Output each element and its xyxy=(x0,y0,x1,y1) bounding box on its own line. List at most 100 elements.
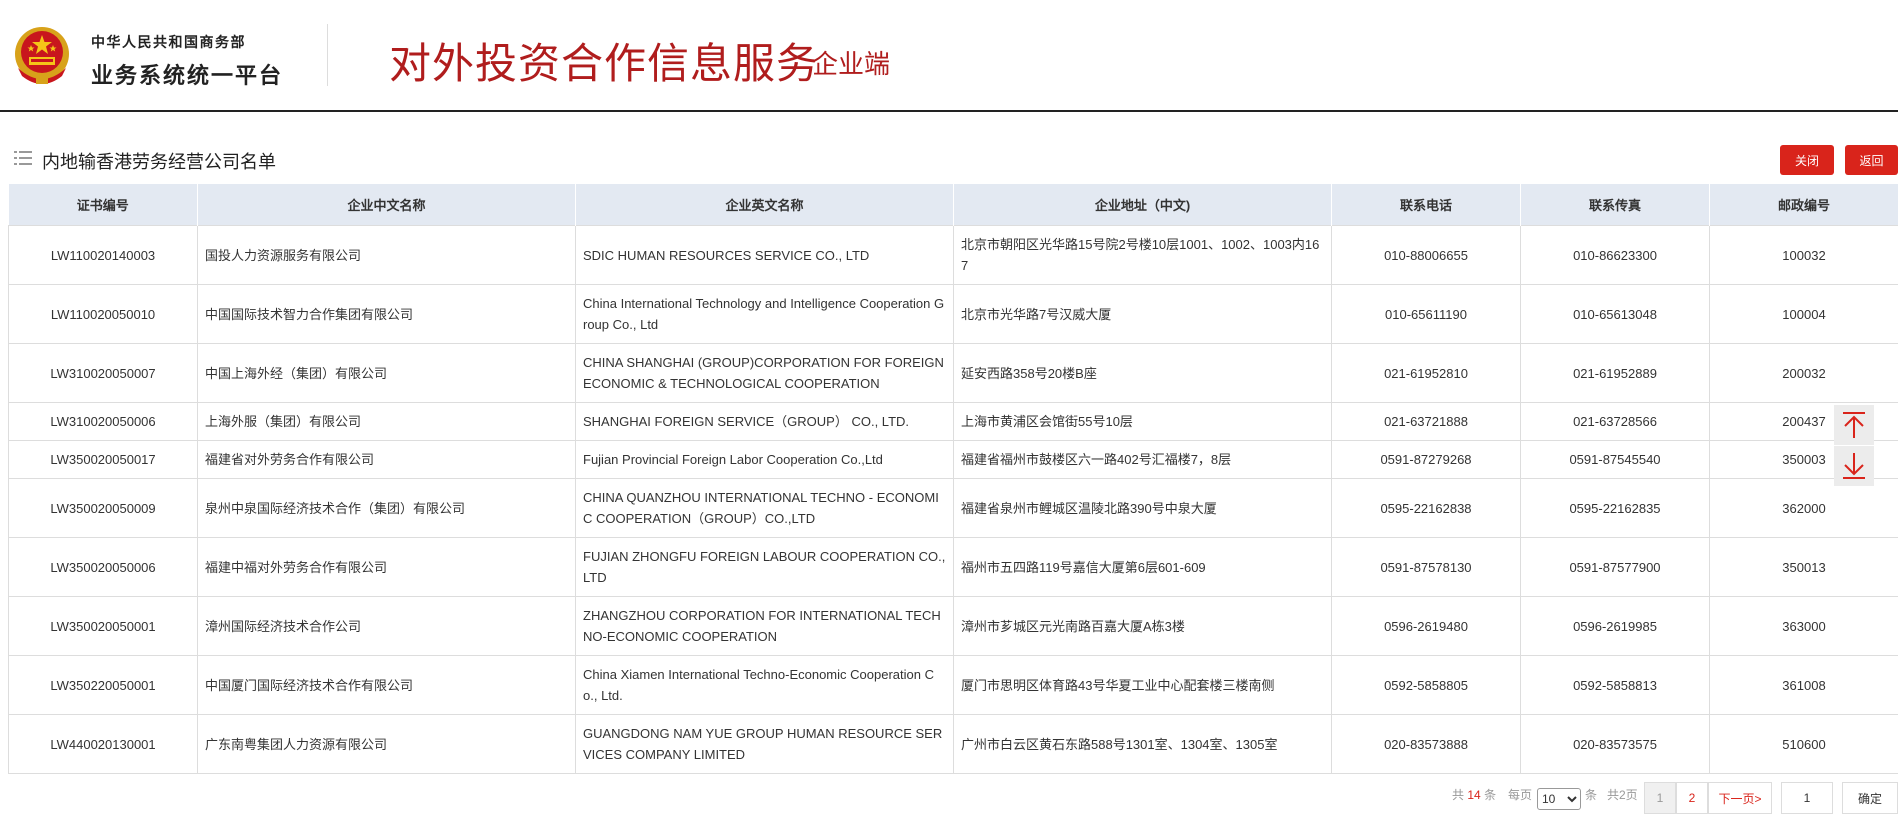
cell-cn-name: 广东南粤集团人力资源有限公司 xyxy=(197,714,576,774)
table-header-row: 证书编号 企业中文名称 企业英文名称 企业地址（中文) 联系电话 联系传真 邮政… xyxy=(8,184,1898,226)
col-header-cn-name: 企业中文名称 xyxy=(197,184,576,226)
per-page-unit: 条 xyxy=(1585,788,1598,802)
total-count: 共 14 条 xyxy=(1452,786,1496,803)
cell-cert-no: LW440020130001 xyxy=(8,714,198,774)
col-header-en-name: 企业英文名称 xyxy=(575,184,954,226)
cell-fax: 0591-87545540 xyxy=(1520,440,1710,479)
cell-cert-no: LW350020050017 xyxy=(8,440,198,479)
cell-cn-name: 中国国际技术智力合作集团有限公司 xyxy=(197,284,576,344)
cell-en-name: FUJIAN ZHONGFU FOREIGN LABOUR COOPERATIO… xyxy=(575,537,954,597)
cell-cert-no: LW350020050006 xyxy=(8,537,198,597)
cell-address: 福建省福州市鼓楼区六一路402号汇福楼7，8层 xyxy=(953,440,1332,479)
cell-phone: 010-65611190 xyxy=(1331,284,1521,344)
cell-cert-no: LW110020140003 xyxy=(8,225,198,285)
cell-en-name: China International Technology and Intel… xyxy=(575,284,954,344)
cell-en-name: GUANGDONG NAM YUE GROUP HUMAN RESOURCE S… xyxy=(575,714,954,774)
scroll-top-button[interactable] xyxy=(1834,405,1874,445)
page-header: 中华人民共和国商务部 业务系统统一平台 对外投资合作信息服务 企业端 xyxy=(0,0,1898,112)
goto-page-input[interactable] xyxy=(1781,782,1833,814)
list-icon xyxy=(14,151,32,165)
service-title: 对外投资合作信息服务 xyxy=(389,40,820,87)
cell-address: 厦门市思明区体育路43号华夏工业中心配套楼三楼南侧 xyxy=(953,655,1332,715)
cell-en-name: SDIC HUMAN RESOURCES SERVICE CO., LTD xyxy=(575,225,954,285)
cell-fax: 0596-2619985 xyxy=(1520,596,1710,656)
cell-cn-name: 中国上海外经（集团）有限公司 xyxy=(197,343,576,403)
per-page-label: 每页 xyxy=(1508,788,1533,802)
col-header-address: 企业地址（中文) xyxy=(953,184,1332,226)
col-header-phone: 联系电话 xyxy=(1331,184,1521,226)
cell-cn-name: 福建中福对外劳务合作有限公司 xyxy=(197,537,576,597)
back-button[interactable]: 返回 xyxy=(1845,145,1898,175)
table-row: LW110020140003 国投人力资源服务有限公司 SDIC HUMAN R… xyxy=(8,225,1898,285)
cell-cert-no: LW350020050001 xyxy=(8,596,198,656)
cell-postcode: 510600 xyxy=(1709,714,1898,774)
cell-cert-no: LW310020050007 xyxy=(8,343,198,403)
cell-postcode: 350013 xyxy=(1709,537,1898,597)
cell-fax: 010-86623300 xyxy=(1520,225,1710,285)
scroll-bottom-button[interactable] xyxy=(1834,446,1874,486)
cell-phone: 020-83573888 xyxy=(1331,714,1521,774)
cell-address: 漳州市芗城区元光南路百嘉大厦A栋3楼 xyxy=(953,596,1332,656)
cell-en-name: CHINA SHANGHAI (GROUP)CORPORATION FOR FO… xyxy=(575,343,954,403)
cell-phone: 021-61952810 xyxy=(1331,343,1521,403)
cell-postcode: 100032 xyxy=(1709,225,1898,285)
cell-cn-name: 中国厦门国际经济技术合作有限公司 xyxy=(197,655,576,715)
company-table: 证书编号 企业中文名称 企业英文名称 企业地址（中文) 联系电话 联系传真 邮政… xyxy=(8,184,1898,774)
platform-name: 业务系统统一平台 xyxy=(91,63,284,88)
confirm-button[interactable]: 确定 xyxy=(1842,782,1898,814)
cell-cn-name: 国投人力资源服务有限公司 xyxy=(197,225,576,285)
cell-en-name: ZHANGZHOU CORPORATION FOR INTERNATIONAL … xyxy=(575,596,954,656)
table-row: LW350020050001 漳州国际经济技术合作公司 ZHANGZHOU CO… xyxy=(8,596,1898,656)
cell-address: 广州市白云区黄石东路588号1301室、1304室、1305室 xyxy=(953,714,1332,774)
cell-cn-name: 漳州国际经济技术合作公司 xyxy=(197,596,576,656)
next-page-button[interactable]: 下一页> xyxy=(1708,782,1772,814)
service-subtitle: 企业端 xyxy=(812,49,891,79)
table-row: LW440020130001 广东南粤集团人力资源有限公司 GUANGDONG … xyxy=(8,714,1898,774)
cell-address: 福建省泉州市鲤城区温陵北路390号中泉大厦 xyxy=(953,478,1332,538)
cell-phone: 0596-2619480 xyxy=(1331,596,1521,656)
total-number: 14 xyxy=(1467,788,1481,802)
close-button[interactable]: 关闭 xyxy=(1780,145,1834,175)
table-row: LW350020050017 福建省对外劳务合作有限公司 Fujian Prov… xyxy=(8,440,1898,479)
page-2-button[interactable]: 2 xyxy=(1676,782,1708,814)
cell-address: 北京市光华路7号汉威大厦 xyxy=(953,284,1332,344)
cell-phone: 021-63721888 xyxy=(1331,402,1521,441)
cell-en-name: SHANGHAI FOREIGN SERVICE（GROUP） CO., LTD… xyxy=(575,402,954,441)
cell-fax: 020-83573575 xyxy=(1520,714,1710,774)
cell-phone: 0591-87578130 xyxy=(1331,537,1521,597)
table-row: LW350020050009 泉州中泉国际经济技术合作（集团）有限公司 CHIN… xyxy=(8,478,1898,538)
per-page-select[interactable]: 10 xyxy=(1537,788,1581,810)
cell-postcode: 361008 xyxy=(1709,655,1898,715)
cell-fax: 0591-87577900 xyxy=(1520,537,1710,597)
cell-cn-name: 福建省对外劳务合作有限公司 xyxy=(197,440,576,479)
col-header-fax: 联系传真 xyxy=(1520,184,1710,226)
cell-phone: 0591-87279268 xyxy=(1331,440,1521,479)
total-prefix: 共 xyxy=(1452,788,1465,802)
cell-en-name: CHINA QUANZHOU INTERNATIONAL TECHNO - EC… xyxy=(575,478,954,538)
cell-address: 上海市黄浦区会馆街55号10层 xyxy=(953,402,1332,441)
national-emblem-icon xyxy=(15,27,69,84)
cell-address: 北京市朝阳区光华路15号院2号楼10层1001、1002、1003内167 xyxy=(953,225,1332,285)
cell-cn-name: 上海外服（集团）有限公司 xyxy=(197,402,576,441)
table-row: LW110020050010 中国国际技术智力合作集团有限公司 China In… xyxy=(8,284,1898,344)
pages-total: 共2页 xyxy=(1607,788,1638,802)
total-suffix: 条 xyxy=(1484,788,1497,802)
cell-phone: 0592-5858805 xyxy=(1331,655,1521,715)
page-1-button[interactable]: 1 xyxy=(1644,782,1676,814)
cell-address: 福州市五四路119号嘉信大厦第6层601-609 xyxy=(953,537,1332,597)
arrow-down-icon xyxy=(1843,453,1865,479)
cell-fax: 010-65613048 xyxy=(1520,284,1710,344)
cell-cert-no: LW350020050009 xyxy=(8,478,198,538)
cell-postcode: 100004 xyxy=(1709,284,1898,344)
cell-fax: 021-61952889 xyxy=(1520,343,1710,403)
section-title: 内地输香港劳务经营公司名单 xyxy=(42,152,276,172)
table-row: LW350020050006 福建中福对外劳务合作有限公司 FUJIAN ZHO… xyxy=(8,537,1898,597)
cell-phone: 010-88006655 xyxy=(1331,225,1521,285)
cell-address: 延安西路358号20楼B座 xyxy=(953,343,1332,403)
cell-cn-name: 泉州中泉国际经济技术合作（集团）有限公司 xyxy=(197,478,576,538)
cell-fax: 0595-22162835 xyxy=(1520,478,1710,538)
table-row: LW310020050007 中国上海外经（集团）有限公司 CHINA SHAN… xyxy=(8,343,1898,403)
cell-en-name: Fujian Provincial Foreign Labor Cooperat… xyxy=(575,440,954,479)
cell-en-name: China Xiamen International Techno-Econom… xyxy=(575,655,954,715)
cell-fax: 0592-5858813 xyxy=(1520,655,1710,715)
